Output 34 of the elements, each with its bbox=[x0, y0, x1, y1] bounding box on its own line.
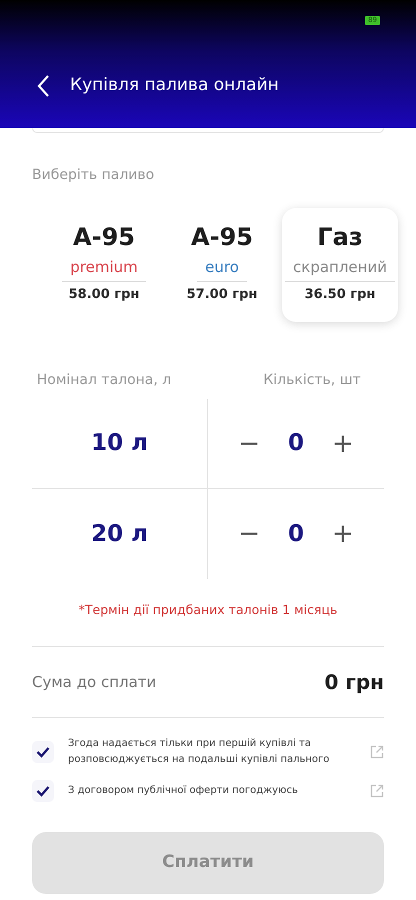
checkmark-icon bbox=[36, 746, 50, 758]
coupon-nominal: 10 л bbox=[91, 429, 148, 458]
fuel-grade: скраплений bbox=[285, 256, 395, 282]
coupon-nominal: 20 л bbox=[91, 520, 148, 549]
increment-button[interactable]: + bbox=[332, 430, 354, 456]
fuel-name: А-95 bbox=[73, 222, 135, 252]
fuel-name: А-95 bbox=[191, 222, 253, 252]
column-header: Кількість, шт bbox=[262, 371, 362, 390]
column-header: Номінал талона, л bbox=[36, 371, 172, 390]
coupon-count: 0 bbox=[288, 429, 304, 458]
total-amount: 0 грн bbox=[324, 668, 384, 696]
fuel-price: 58.00 грн bbox=[68, 286, 140, 304]
fuel-card[interactable]: А-95 euro 57.00 грн bbox=[164, 208, 280, 322]
checkmark-icon bbox=[36, 784, 50, 797]
back-icon[interactable] bbox=[36, 74, 50, 98]
agreement-text: Згода надається тільки при першій купівлі та розповсюджується на подальші купівлі пального bbox=[68, 736, 330, 767]
agreement-text: З договором публічної оферти погоджуюсь bbox=[68, 784, 299, 798]
fuel-name: Газ bbox=[317, 222, 363, 252]
fuel-card[interactable]: А-95 premium 58.00 грн bbox=[46, 208, 162, 322]
increment-button[interactable]: + bbox=[332, 521, 354, 547]
decrement-button[interactable]: − bbox=[238, 430, 260, 456]
fuel-grade: euro bbox=[197, 256, 247, 282]
checkbox[interactable] bbox=[32, 780, 54, 802]
validity-note: *Термін дії придбаних талонів 1 місяць bbox=[78, 601, 338, 619]
fuel-price: 36.50 грн bbox=[304, 286, 376, 304]
decrement-button[interactable]: − bbox=[238, 521, 260, 547]
checkbox[interactable] bbox=[32, 740, 54, 763]
page-title: Купівля палива онлайн bbox=[70, 74, 279, 97]
fuel-price: 57.00 грн bbox=[186, 286, 258, 304]
section-label: Виберіть паливо bbox=[32, 166, 156, 185]
fuel-card[interactable]: Газ скраплений 36.50 грн bbox=[282, 208, 398, 322]
total-label: Сума до сплати bbox=[32, 672, 156, 692]
fuel-grade: premium bbox=[62, 256, 146, 282]
coupon-count: 0 bbox=[288, 520, 304, 549]
